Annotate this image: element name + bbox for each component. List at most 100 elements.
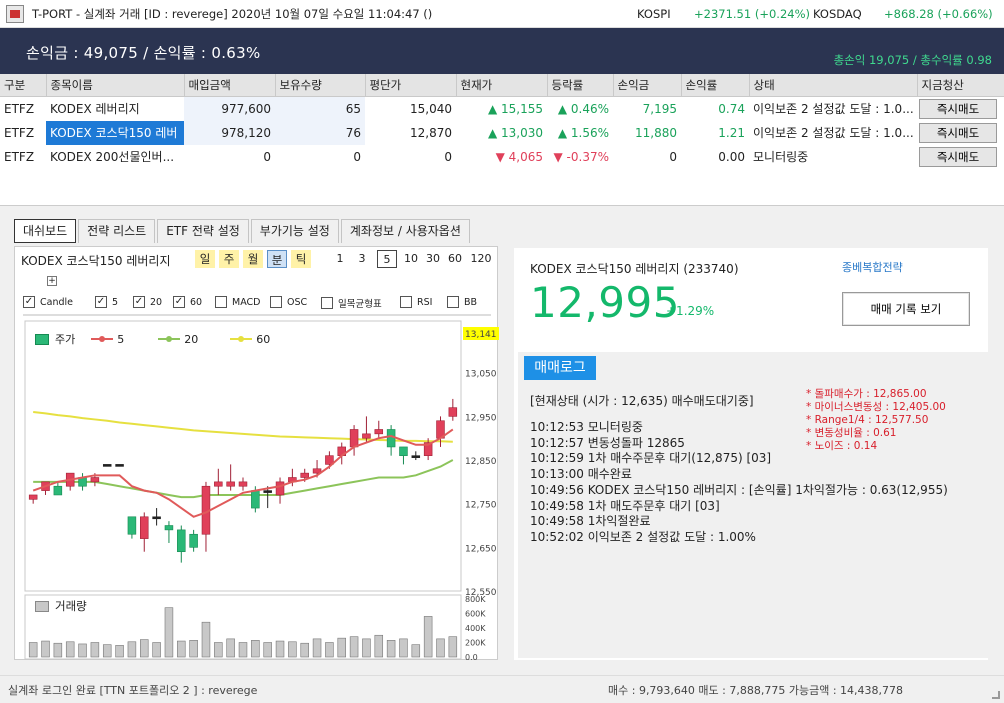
trade-log-box: 매매로그 [현재상태 (시가 : 12,635) 매수매도대기중] 10:12:…	[518, 352, 988, 658]
candle-body	[189, 533, 198, 548]
tab-etf-strategy[interactable]: ETF 전략 설정	[157, 219, 249, 243]
tab-dashboard[interactable]: 대쉬보드	[14, 219, 77, 243]
volume-bar	[436, 638, 445, 658]
volume-bar	[177, 640, 186, 658]
candle-body	[28, 494, 38, 500]
resize-grip-icon[interactable]	[992, 691, 1000, 699]
legend-ma5-label: 5	[117, 332, 125, 346]
title-bar: T-PORT - 실계좌 거래 [ID : reverege] 2020년 10…	[0, 0, 1004, 28]
cell-type: ETFZ	[4, 101, 35, 116]
col-header[interactable]: 손익률	[681, 74, 750, 97]
volume-bar	[288, 641, 297, 658]
volume-bar	[448, 636, 458, 658]
current-price: 12,995	[530, 278, 680, 327]
strategy-value: * 돌파매수가 : 12,865.00	[806, 388, 927, 400]
volume-bar	[164, 607, 174, 658]
tab-extra-features[interactable]: 부가기능 설정	[250, 219, 339, 243]
strategy-values-list: * 돌파매수가 : 12,865.00 * 마이너스변동성 : 12,405.0…	[806, 388, 946, 453]
volume-bar	[78, 643, 87, 658]
cell-profit-rate: 0.00	[718, 149, 745, 164]
cell-avg-price: 15,040	[410, 101, 452, 116]
volume-bar	[65, 641, 75, 658]
col-header[interactable]: 등락률	[547, 74, 614, 97]
volume-bar	[102, 644, 112, 658]
candlestick-chart[interactable]: 800K600K400K200K0.0 13,14113,05012,95012…	[15, 247, 499, 661]
col-header[interactable]: 보유수량	[275, 74, 366, 97]
legend-ma20-swatch	[158, 336, 181, 342]
cell-quantity: 0	[353, 149, 361, 164]
cell-buy-amount: 977,600	[184, 96, 275, 121]
cell-name-selected[interactable]: KODEX 코스닥150 레버	[46, 120, 184, 145]
candle-body	[263, 490, 272, 493]
volume-label: 거래량	[55, 599, 87, 613]
y-tick-label: 12,750	[465, 501, 497, 511]
log-line: 10:49:58 1차익절완료	[530, 514, 651, 529]
volume-bar	[423, 616, 433, 658]
positions-table: 구분 종목이름 매입금액 보유수량 평단가 현재가 등락률 손익금 손익률 상태…	[0, 74, 1004, 206]
col-header[interactable]: 종목이름	[46, 74, 185, 97]
col-header[interactable]: 구분	[0, 74, 47, 97]
y-tick-label: 12,950	[465, 413, 497, 423]
legend-ma60-swatch	[230, 336, 253, 342]
trade-log-status: [현재상태 (시가 : 12,635) 매수매도대기중]	[530, 394, 754, 408]
volume-bar	[325, 642, 334, 658]
legend-price-swatch	[35, 333, 49, 345]
sell-now-button[interactable]: 즉시매도	[919, 98, 997, 119]
table-row[interactable]: ETFZ KODEX 200선물인버... 0 0 0 4,065 -0.37%…	[0, 145, 1004, 169]
cell-profit: 0	[669, 149, 677, 164]
sell-now-button[interactable]: 즉시매도	[919, 146, 997, 167]
cell-name[interactable]: KODEX 200선물인버...	[46, 145, 184, 169]
cell-name[interactable]: KODEX 레버리지	[46, 97, 184, 121]
main-tabs: 대쉬보드 전략 리스트 ETF 전략 설정 부가기능 설정 계좌정보 / 사용자…	[14, 219, 472, 243]
volume-bar	[115, 645, 124, 658]
volume-swatch	[35, 600, 49, 612]
log-line: 10:49:58 1차 매도주문후 대기 [03]	[530, 498, 720, 513]
candle-body	[251, 490, 260, 509]
candle-body	[386, 429, 396, 448]
volume-group: 800K600K400K200K0.0	[28, 595, 486, 661]
table-row[interactable]: ETFZ KODEX 레버리지 977,600 65 15,040 15,155…	[0, 96, 1004, 121]
profit-summary-bar: 손익금 : 49,075 / 손익률 : 0.63% 총손익 19,075 / …	[0, 28, 1004, 74]
sell-now-button[interactable]: 즉시매도	[919, 122, 997, 143]
table-row[interactable]: ETFZ KODEX 코스닥150 레버 978,120 76 12,870 1…	[0, 120, 1004, 145]
volume-bar	[214, 642, 223, 658]
candle-body	[411, 455, 421, 458]
cell-type: ETFZ	[4, 125, 35, 140]
axis-ticks-group: 13,141 13,050 12,950 12,850 12,750 12,650 12,5…	[463, 327, 499, 598]
log-line: 10:49:56 KODEX 코스닥150 레버리지 : [손익률] 1차익절가…	[530, 482, 948, 497]
candles-group	[28, 398, 458, 563]
tab-account-options[interactable]: 계좌정보 / 사용자옵션	[340, 219, 470, 243]
strategy-value: * Range1/4 : 12,577.50	[806, 414, 929, 426]
volume-bar	[140, 639, 149, 658]
cell-current-price: 13,030	[456, 121, 547, 145]
trade-history-button[interactable]: 매매 기록 보기	[842, 292, 970, 326]
tab-strategy-list[interactable]: 전략 리스트	[78, 219, 156, 243]
candle-body	[349, 429, 359, 448]
candle-body	[102, 464, 112, 467]
col-header[interactable]: 손익금	[613, 74, 682, 97]
candle-body	[399, 446, 408, 456]
volume-tick-label: 400K	[465, 624, 486, 633]
y-tick-label: 12,650	[465, 544, 497, 554]
volume-bar	[337, 637, 346, 658]
log-line: 10:13:00 매수완료	[530, 467, 632, 482]
col-header[interactable]: 매입금액	[184, 74, 276, 97]
total-profit-summary: 총손익 19,075 / 총수익률 0.98	[833, 53, 992, 67]
kosdaq-value: +868.28 (+0.66%)	[884, 7, 993, 21]
volume-bar	[386, 640, 396, 658]
cell-type: ETFZ	[4, 149, 35, 164]
col-header[interactable]: 평단가	[365, 74, 457, 97]
trade-log-title: 매매로그	[524, 356, 596, 380]
strategy-name[interactable]: 종베복합전략	[842, 259, 903, 275]
positions-header-row: 구분 종목이름 매입금액 보유수량 평단가 현재가 등락률 손익금 손익률 상태…	[0, 74, 1004, 97]
col-header[interactable]: 상태	[749, 74, 918, 97]
candle-body	[53, 485, 63, 496]
cell-change-rate: 0.46%	[547, 97, 613, 121]
cell-avg-price: 12,870	[410, 125, 452, 140]
cell-current-price: 15,155	[456, 97, 547, 121]
candle-body	[127, 516, 137, 535]
legend-price-label: 주가	[55, 333, 76, 346]
strategy-value: * 마이너스변동성 : 12,405.00	[806, 401, 946, 413]
col-header[interactable]: 현재가	[456, 74, 548, 97]
col-header[interactable]: 지금청산	[917, 74, 1004, 97]
